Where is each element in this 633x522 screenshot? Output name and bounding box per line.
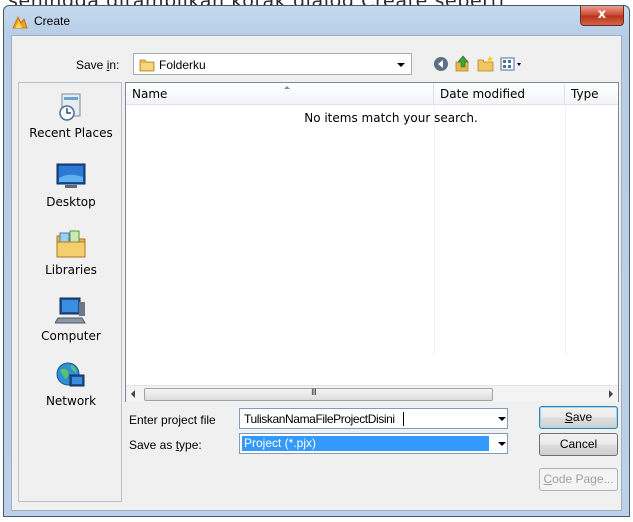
recent-places-icon — [55, 91, 87, 123]
column-header-label: Name — [132, 87, 168, 101]
cancel-button[interactable]: Cancel — [539, 433, 618, 456]
network-icon — [55, 359, 87, 391]
up-folder-icon[interactable] — [454, 55, 474, 73]
scroll-right-icon[interactable] — [609, 390, 613, 398]
file-name-combo[interactable] — [239, 408, 508, 429]
chevron-down-icon — [397, 63, 405, 67]
file-list[interactable]: Name Date modified Type No items match y… — [125, 82, 619, 402]
chevron-down-icon[interactable] — [498, 417, 506, 421]
column-header-date-modified[interactable]: Date modified — [434, 83, 565, 105]
computer-icon — [54, 294, 87, 326]
window-title: Create — [34, 14, 71, 28]
desktop-icon — [55, 160, 87, 192]
place-label: Desktop — [46, 195, 96, 209]
place-label: Recent Places — [29, 126, 113, 140]
save-in-dropdown[interactable]: Folderku — [133, 53, 412, 75]
dialog-client: Save in: Folderku Recent Places Desktop … — [11, 35, 622, 511]
close-button[interactable]: x — [580, 6, 624, 26]
column-header-label: Type — [571, 87, 599, 101]
column-divider — [434, 105, 435, 355]
scroll-left-icon[interactable] — [131, 390, 135, 398]
save-button[interactable]: Save — [539, 406, 618, 429]
column-header-type[interactable]: Type — [565, 83, 618, 105]
title-bar[interactable]: Create x — [4, 6, 629, 36]
folder-icon — [139, 58, 155, 75]
place-label: Libraries — [45, 263, 97, 277]
place-label: Network — [45, 394, 97, 408]
save-in-value: Folderku — [159, 58, 206, 72]
libraries-icon — [55, 228, 87, 260]
horizontal-scrollbar[interactable]: III — [126, 385, 618, 402]
file-name-label: Enter project file — [129, 413, 216, 427]
save-in-label: Save in: — [76, 58, 120, 72]
sort-up-icon — [284, 86, 290, 89]
empty-message: No items match your search. — [304, 111, 478, 125]
text-caret — [403, 412, 404, 426]
save-as-type-label: Save as type: — [129, 438, 202, 452]
new-folder-icon[interactable] — [477, 55, 497, 73]
save-as-type-value: Project (*.pjx) — [242, 436, 489, 451]
places-bar: Recent Places Desktop Libraries Computer… — [18, 82, 122, 502]
chevron-down-icon[interactable] — [498, 442, 506, 446]
save-as-type-select[interactable]: Project (*.pjx) — [239, 433, 508, 454]
column-header-label: Date modified — [440, 87, 526, 101]
back-icon[interactable] — [432, 55, 452, 73]
place-label: Computer — [41, 329, 101, 343]
column-header-name[interactable]: Name — [126, 83, 434, 105]
scrollbar-thumb[interactable]: III — [144, 388, 493, 401]
code-page-button[interactable]: Code Page... — [539, 468, 618, 491]
column-divider — [565, 105, 566, 355]
file-name-input[interactable] — [240, 409, 480, 428]
scroll-grip: III — [311, 388, 317, 398]
views-menu-icon[interactable] — [500, 55, 526, 73]
create-dialog: Create x Save in: Folderku Recent Places… — [3, 5, 630, 517]
app-icon — [12, 15, 28, 32]
